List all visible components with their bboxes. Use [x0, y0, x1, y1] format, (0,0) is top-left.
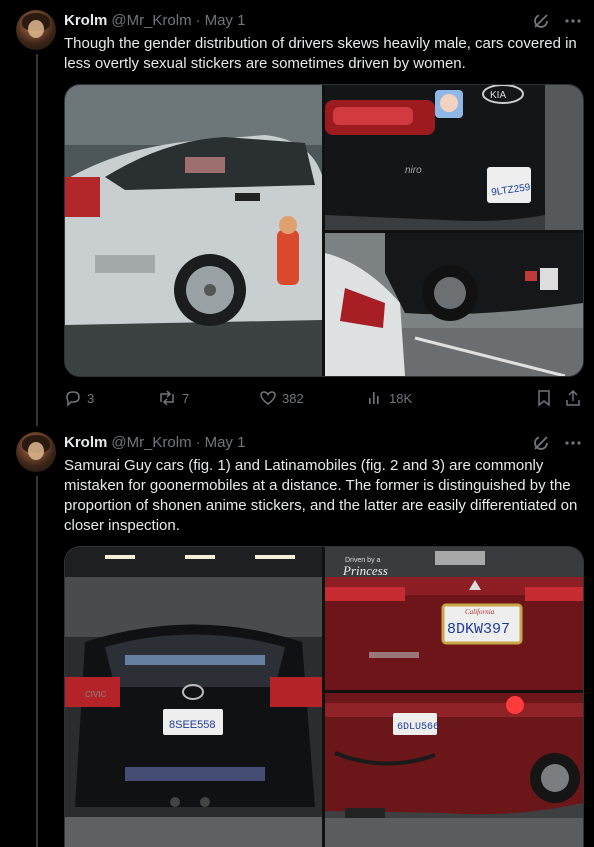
views-icon [366, 389, 384, 407]
avatar[interactable] [16, 10, 56, 50]
bookmark-button[interactable] [536, 389, 552, 407]
like-count: 382 [282, 390, 304, 406]
like-icon [259, 389, 277, 407]
photo-mitsubishi[interactable]: Driven by a Princess California 8DKW397 [325, 547, 583, 690]
reply-button[interactable]: 3 [64, 389, 141, 407]
avatar[interactable] [16, 432, 56, 472]
post-date[interactable]: May 1 [205, 433, 246, 453]
repost-icon [157, 389, 177, 407]
share-icon [564, 389, 582, 407]
separator: · [195, 434, 201, 451]
author-handle[interactable]: @Mr_Krolm [111, 433, 191, 453]
tweet-2[interactable]: Krolm @Mr_Krolm · May 1 Samurai Guy cars… [0, 422, 594, 847]
author-handle[interactable]: @Mr_Krolm [111, 11, 191, 31]
photo-civic[interactable]: 8SEE558 CIVIC [65, 547, 322, 847]
kia-badge: KIA [490, 90, 506, 101]
views-count: 18K [389, 390, 413, 406]
license-plate: 8SEE558 [169, 719, 215, 731]
separator: · [195, 12, 201, 29]
tweet-header: Krolm @Mr_Krolm · May 1 [64, 433, 582, 453]
bookmark-icon [536, 389, 552, 407]
more-icon[interactable] [564, 12, 582, 30]
share-button[interactable] [564, 389, 582, 407]
photo-silver-car[interactable] [65, 85, 322, 376]
like-button[interactable]: 382 [259, 389, 366, 407]
sticker-script: Princess [342, 563, 388, 578]
post-date[interactable]: May 1 [205, 11, 246, 31]
media-grid[interactable]: 8SEE558 CIVIC Driven by a Princess Calif [64, 546, 584, 847]
action-bar: 3 7 382 18K [64, 388, 582, 408]
civic-badge: CIVIC [85, 690, 107, 699]
tweet-text: Samurai Guy cars (fig. 1) and Latinamobi… [64, 457, 578, 534]
views-button[interactable]: 18K [366, 389, 466, 407]
author-name[interactable]: Krolm [64, 433, 107, 453]
plate-state: California [465, 608, 495, 616]
photo-kia-rear[interactable]: KIA niro 9LTZ259 [325, 85, 583, 230]
tweet-1[interactable]: Krolm @Mr_Krolm · May 1 Though the gende… [0, 0, 594, 420]
repost-count: 7 [182, 390, 190, 406]
reply-icon [64, 389, 82, 407]
reply-count: 3 [87, 390, 95, 406]
photo-red-sedan[interactable]: 6DLU566 [325, 693, 583, 847]
repost-button[interactable]: 7 [157, 389, 259, 407]
grok-icon[interactable] [532, 12, 550, 30]
tweet-text: Though the gender distribution of driver… [64, 35, 577, 72]
photo-kia-side[interactable] [325, 233, 583, 376]
niro-badge: niro [405, 165, 422, 176]
license-plate-3: 6DLU566 [397, 722, 439, 733]
media-grid[interactable]: KIA niro 9LTZ259 [64, 84, 584, 377]
tweet-header: Krolm @Mr_Krolm · May 1 [64, 11, 582, 31]
more-icon[interactable] [564, 434, 582, 452]
author-name[interactable]: Krolm [64, 11, 107, 31]
grok-icon[interactable] [532, 434, 550, 452]
license-plate-2: 8DKW397 [447, 621, 510, 638]
